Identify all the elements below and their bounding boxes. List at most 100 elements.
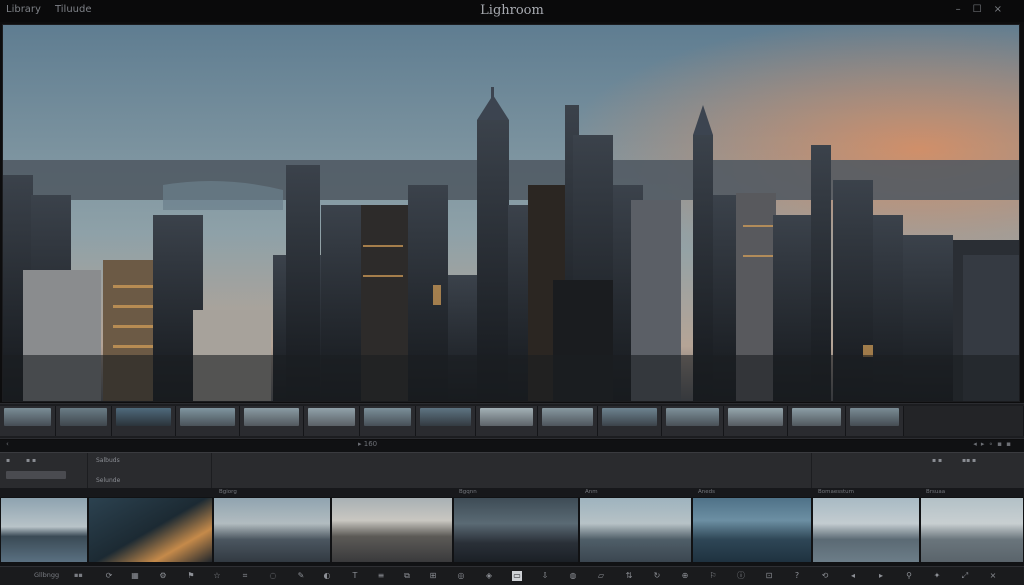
filmstrip-thumbnail — [480, 408, 533, 426]
panel-controls[interactable]: ▪ ▪ — [26, 457, 36, 464]
module-label: Gllbngg — [34, 571, 60, 579]
thumbnail-image — [332, 498, 452, 562]
filmstrip-frame[interactable] — [724, 406, 788, 436]
filter-controls[interactable]: ◂ ▸ ∘ ▪ ▪ — [973, 440, 1012, 448]
filmstrip-cell[interactable]: Bgqnn — [453, 488, 579, 564]
minimize-icon[interactable]: – — [956, 4, 961, 15]
sync-icon[interactable]: ⟳ — [104, 571, 114, 581]
info-row: ‹ ▸ 160 ◂ ▸ ∘ ▪ ▪ — [0, 440, 1024, 452]
filmstrip-thumbnail — [602, 408, 657, 426]
collapse-icon[interactable]: ‹ — [6, 440, 9, 448]
thumbnail-image — [214, 498, 330, 562]
filmstrip-frame[interactable] — [476, 406, 538, 436]
filmstrip-frame[interactable] — [538, 406, 598, 436]
filmstrip-thumbnail — [308, 408, 355, 426]
zoom-icon[interactable]: ⊕ — [680, 571, 690, 581]
color-icon[interactable]: ◍ — [568, 571, 578, 581]
filmstrip-frame[interactable] — [240, 406, 304, 436]
heal-icon[interactable]: ◌ — [268, 571, 278, 581]
filmstrip-frame[interactable] — [112, 406, 176, 436]
collection-label: Salbuds — [96, 457, 120, 464]
fullscreen-icon[interactable]: ⤢ — [960, 571, 970, 581]
bottom-toolbar: Gllbngg ▪▪ ⟳ ▦ ⚙ ⚑ ☆ ⌗ ◌ ✎ ◐ T ≡ ⧉ ⊞ ◎ ◈… — [0, 566, 1024, 585]
filmstrip-bottom: Bgiorg Bgqnn Anm Aneds Bomaesstum Brsuaa — [0, 488, 1024, 566]
list-icon[interactable]: ≡ — [376, 571, 386, 581]
filmstrip-frame[interactable] — [846, 406, 904, 436]
filmstrip-frame[interactable] — [598, 406, 662, 436]
filmstrip-thumbnail — [180, 408, 235, 426]
cell-caption: Anm — [579, 488, 692, 497]
sort-icon[interactable]: ⇅ — [624, 571, 634, 581]
import-icon[interactable]: ⇩ — [540, 571, 550, 581]
compare-icon[interactable]: ⧉ — [402, 571, 412, 581]
cell-caption: Aneds — [692, 488, 812, 497]
title-bar: Library Tiluude Lighroom – ☐ × — [0, 0, 1024, 22]
brush-icon[interactable]: ✎ — [296, 571, 306, 581]
filmstrip-frame[interactable] — [304, 406, 360, 436]
filmstrip-frame[interactable] — [360, 406, 416, 436]
filmstrip-thumbnail — [666, 408, 719, 426]
loupe-icon[interactable]: ◎ — [456, 571, 466, 581]
filmstrip-cell[interactable] — [331, 488, 453, 564]
filmstrip-thumbnail — [4, 408, 51, 426]
lock-icon[interactable]: ⊡ — [764, 571, 774, 581]
folder-icon[interactable]: ▱ — [596, 571, 606, 581]
toolbar-left-segment: ▪ ▪ ▪ — [0, 453, 88, 489]
filmstrip-cell[interactable] — [0, 488, 88, 564]
gradient-icon[interactable]: ◐ — [322, 571, 332, 581]
gear-icon[interactable]: ⚙ — [158, 571, 168, 581]
close-icon[interactable]: × — [994, 4, 1002, 15]
main-photo-preview[interactable] — [2, 24, 1020, 402]
settings-icon[interactable]: ✦ — [932, 571, 942, 581]
filter-icon[interactable]: ⚲ — [904, 571, 914, 581]
filmstrip-thumbnail — [244, 408, 299, 426]
filmstrip-cell[interactable]: Brsuaa — [920, 488, 1024, 564]
module-extra-label: ▪▪ — [74, 571, 83, 579]
survey-icon[interactable]: ⊞ — [428, 571, 438, 581]
thumbnail-image — [89, 498, 212, 562]
filmstrip-frame[interactable] — [662, 406, 724, 436]
arrow-left-icon[interactable]: ◂ — [848, 571, 858, 581]
thumbnail-image — [921, 498, 1023, 562]
tag-icon[interactable]: ◈ — [484, 571, 494, 581]
library-toolbar: ▪ ▪ ▪ Salbuds Selunde ▪ ▪ ▪▪ ▪ — [0, 452, 1024, 489]
filmstrip-cell[interactable]: Bgiorg — [213, 488, 331, 564]
close-panel-icon[interactable]: × — [988, 571, 998, 581]
filmstrip-frame[interactable] — [788, 406, 846, 436]
thumbnail-image — [454, 498, 578, 562]
sort-controls[interactable]: ▪▪ ▪ — [962, 457, 976, 464]
arrow-right-icon[interactable]: ▸ — [876, 571, 886, 581]
star-icon[interactable]: ☆ — [212, 571, 222, 581]
filmstrip-thumbnail — [542, 408, 593, 426]
maximize-icon[interactable]: ☐ — [973, 4, 982, 15]
toolbar-collection-segment: Salbuds Selunde — [88, 453, 212, 489]
filmstrip-thumbnail — [60, 408, 107, 426]
filmstrip-frame[interactable] — [176, 406, 240, 436]
flag-icon[interactable]: ⚑ — [186, 571, 196, 581]
text-icon[interactable]: T — [350, 571, 360, 581]
crop-icon[interactable]: ⌗ — [240, 571, 250, 581]
cell-caption: Bgqnn — [453, 488, 579, 497]
toolbar-right-segment: ▪ ▪ ▪▪ ▪ — [812, 453, 1024, 489]
sync2-icon[interactable]: ⟲ — [820, 571, 830, 581]
folder-selector[interactable] — [6, 471, 66, 479]
filmstrip-thumbnail — [116, 408, 171, 426]
city-skyline-photo — [3, 25, 1019, 401]
export-icon[interactable]: ▭ — [512, 571, 522, 581]
thumbnail-image — [1, 498, 87, 562]
filmstrip-cell[interactable]: Bomaesstum — [812, 488, 920, 564]
view-mode-icons[interactable]: ▪ ▪ — [932, 457, 942, 464]
grid-icon[interactable]: ▦ — [130, 571, 140, 581]
help-icon[interactable]: ? — [792, 571, 802, 581]
panel-icon[interactable]: ▪ — [6, 457, 10, 464]
filmstrip-cell[interactable]: Aneds — [692, 488, 812, 564]
rotate-icon[interactable]: ↻ — [652, 571, 662, 581]
filmstrip-top — [0, 403, 1024, 439]
filmstrip-cell[interactable]: Anm — [579, 488, 692, 564]
filmstrip-frame[interactable] — [56, 406, 112, 436]
flag2-icon[interactable]: ⚐ — [708, 571, 718, 581]
info-icon[interactable]: ⓘ — [736, 571, 746, 581]
filmstrip-frame[interactable] — [0, 406, 56, 436]
filmstrip-frame[interactable] — [416, 406, 476, 436]
filmstrip-cell[interactable] — [88, 488, 213, 564]
